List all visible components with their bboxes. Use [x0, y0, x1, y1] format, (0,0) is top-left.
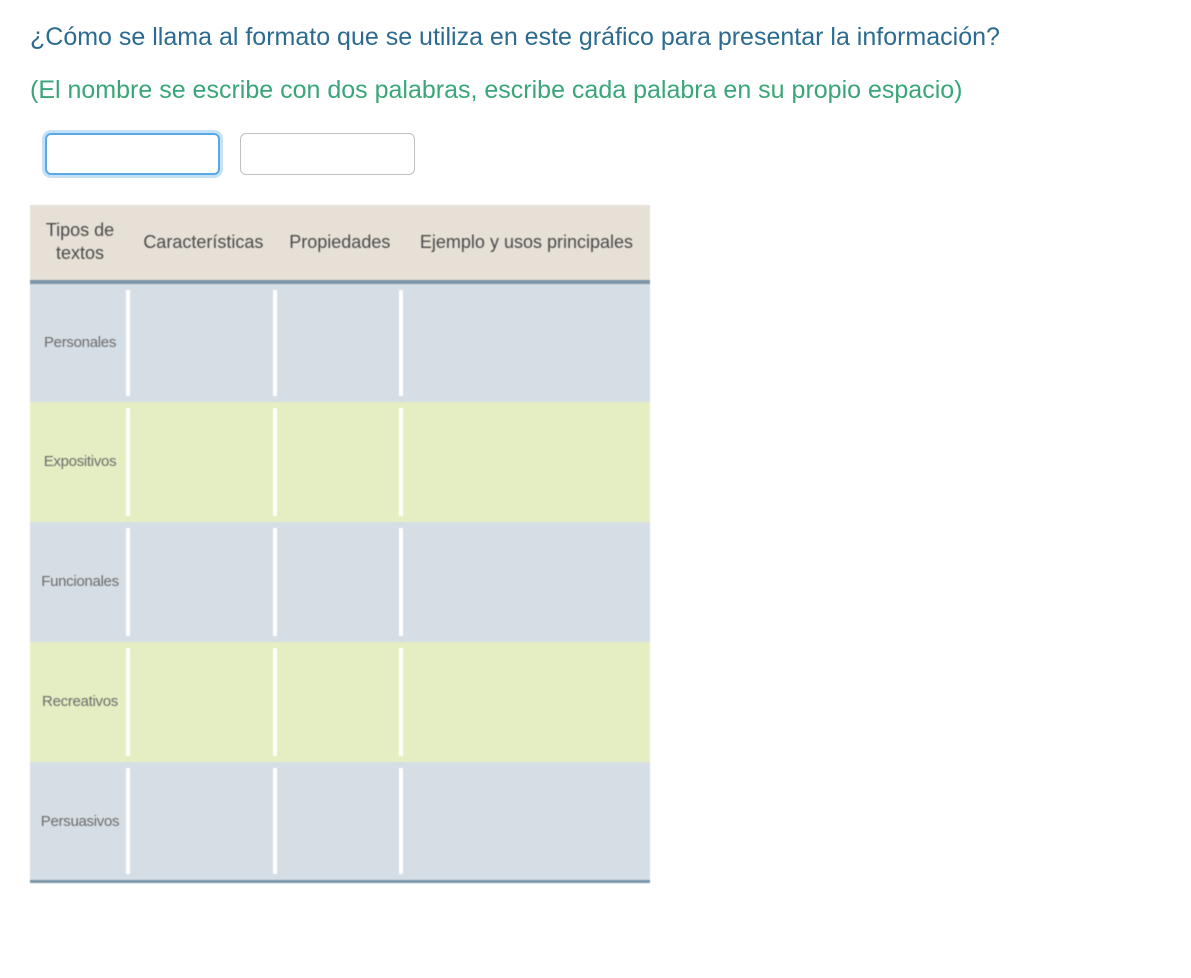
table-cell — [130, 282, 277, 402]
table-row-label: Persuasivos — [30, 762, 130, 882]
hint-text: (El nombre se escribe con dos palabras, … — [30, 73, 1161, 108]
table-cell — [277, 522, 403, 642]
table-cell — [403, 762, 650, 882]
table-cell — [403, 282, 650, 402]
table-row-label: Personales — [30, 282, 130, 402]
table-cell — [403, 522, 650, 642]
answer-word-1-input[interactable] — [45, 133, 220, 175]
table-row: Expositivos — [30, 402, 650, 522]
table-cell — [130, 642, 277, 762]
table-cell — [277, 282, 403, 402]
table-row: Recreativos — [30, 642, 650, 762]
table-cell — [277, 762, 403, 882]
table-cell — [403, 402, 650, 522]
table-row-label: Funcionales — [30, 522, 130, 642]
question-text: ¿Cómo se llama al formato que se utiliza… — [30, 20, 1161, 55]
table-header-col4: Ejemplo y usos principales — [403, 205, 650, 282]
table-row-label: Recreativos — [30, 642, 130, 762]
answer-inputs-row — [30, 133, 1161, 175]
answer-word-2-input[interactable] — [240, 133, 415, 175]
table-cell — [277, 402, 403, 522]
table-header-row: Tipos de textos Características Propieda… — [30, 205, 650, 282]
table-cell — [130, 762, 277, 882]
table-row-label: Expositivos — [30, 402, 130, 522]
table-row: Persuasivos — [30, 762, 650, 882]
table-header-col1: Tipos de textos — [30, 205, 130, 282]
table-cell — [277, 642, 403, 762]
example-table: Tipos de textos Características Propieda… — [30, 205, 650, 883]
table-row: Personales — [30, 282, 650, 402]
table-header-col3: Propiedades — [277, 205, 403, 282]
table-cell — [130, 522, 277, 642]
table-cell — [130, 402, 277, 522]
table-row: Funcionales — [30, 522, 650, 642]
table-cell — [403, 642, 650, 762]
table-header-col2: Características — [130, 205, 277, 282]
